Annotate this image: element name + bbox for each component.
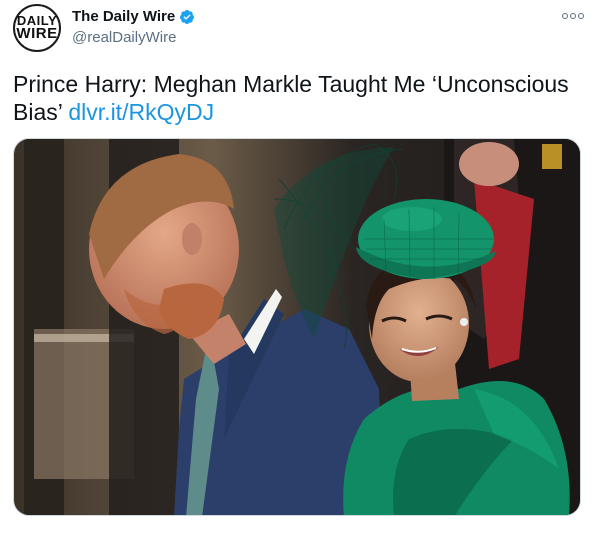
more-options-icon[interactable]: [562, 13, 584, 19]
avatar[interactable]: DAILY WIRE: [13, 4, 61, 52]
tweet-link[interactable]: dlvr.it/RkQyDJ: [68, 99, 214, 125]
tweet-photo[interactable]: [13, 138, 581, 516]
tweet-text: Prince Harry: Meghan Markle Taught Me ‘U…: [13, 70, 583, 126]
display-name[interactable]: The Daily Wire: [72, 8, 175, 25]
author-name-row: The Daily Wire: [72, 8, 195, 25]
more-dot: [562, 13, 568, 19]
more-dot: [578, 13, 584, 19]
avatar-text-wire: WIRE: [16, 25, 58, 42]
photo-illustration: [14, 139, 580, 515]
more-dot: [570, 13, 576, 19]
handle[interactable]: @realDailyWire: [72, 29, 176, 46]
verified-badge-icon: [180, 9, 195, 24]
tweet: DAILY WIRE The Daily Wire @realDailyWire…: [0, 0, 594, 533]
